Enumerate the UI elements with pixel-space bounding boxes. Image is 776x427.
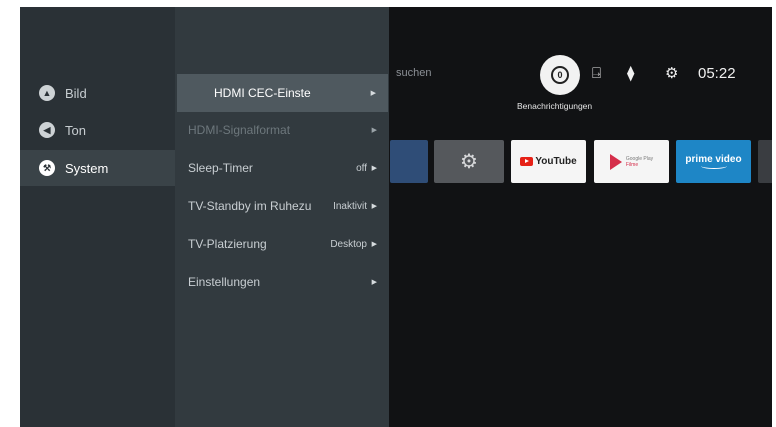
menu-item-value: Desktop (330, 238, 367, 250)
chevron-right-icon: ▶ (371, 127, 377, 134)
google-play-label: Google Play Filme (626, 156, 653, 168)
menu-item-settings[interactable]: Einstellungen ▶ (175, 263, 389, 301)
menu-item-value: off (356, 162, 367, 174)
menu-item-tv-placement[interactable]: TV-Platzierung Desktop ▶ (175, 225, 389, 263)
menu-item-sleep-timer[interactable]: Sleep-Timer off ▶ (175, 149, 389, 187)
search-hint[interactable]: suchen (396, 67, 431, 79)
picture-icon: ▲ (39, 85, 55, 101)
app-tile-settings[interactable]: ⚙ (434, 140, 504, 183)
chevron-right-icon: ▶ (370, 90, 376, 97)
sidebar-item-label: System (65, 160, 109, 176)
gear-icon: ⚙ (460, 151, 478, 173)
settings-gear-icon[interactable]: ⚙ (665, 64, 678, 84)
tv-screen: suchen 0 Benachrichtigungen ⍈ ⧫ ⚙ 05:22 … (20, 7, 772, 427)
menu-item-label: Einstellungen (188, 275, 261, 289)
menu-item-value: Inaktivit (333, 200, 367, 212)
chevron-right-icon: ▶ (371, 241, 377, 248)
notification-icon: 0 (551, 66, 569, 84)
input-source-icon[interactable]: ⍈ (592, 64, 601, 84)
menu-item-label: TV-Standby im Ruhezu (188, 199, 312, 213)
system-submenu-panel: HDMI CEC-Einste ▶ HDMI-Signalformat ▶ Sl… (175, 7, 389, 427)
sidebar-item-label: Ton (65, 122, 86, 138)
app-tile-cookie[interactable] (390, 140, 428, 183)
app-tile-prime-video[interactable]: prime video (676, 140, 751, 183)
menu-item-label: HDMI CEC-Einste (214, 86, 311, 100)
settings-category-panel: ▲ Bild ◀ Ton ⚒ System (20, 7, 175, 427)
app-tile-google-play-movies[interactable]: Google Play Filme (594, 140, 669, 183)
sidebar-item-label: Bild (65, 85, 87, 101)
google-play-bottom-label: Filme (625, 161, 639, 168)
youtube-logo: YouTube (520, 156, 577, 167)
app-tile-youtube[interactable]: YouTube (511, 140, 586, 183)
google-play-icon (609, 153, 622, 170)
sidebar-item-ton[interactable]: ◀ Ton (20, 112, 175, 148)
menu-item-label: Sleep-Timer (188, 161, 253, 175)
prime-smile-icon (700, 163, 727, 169)
menu-item-label: TV-Platzierung (188, 237, 267, 251)
sidebar-item-system[interactable]: ⚒ System (20, 150, 175, 186)
sound-icon: ◀ (39, 122, 55, 138)
menu-item-tv-standby[interactable]: TV-Standby im Ruhezu Inaktivit ▶ (175, 187, 389, 225)
menu-item-hdmi-cec[interactable]: HDMI CEC-Einste ▶ (177, 74, 388, 112)
menu-item-hdmi-signal-format[interactable]: HDMI-Signalformat ▶ (175, 111, 389, 149)
youtube-label: YouTube (535, 156, 577, 167)
wifi-icon[interactable]: ⧫ (627, 64, 634, 84)
notifications-button[interactable]: 0 (540, 55, 580, 95)
notifications-label: Benachrichtigungen (517, 101, 593, 111)
clock: 05:22 (698, 65, 736, 82)
youtube-play-icon (520, 157, 534, 166)
chevron-right-icon: ▶ (371, 203, 377, 210)
menu-item-label: HDMI-Signalformat (188, 123, 291, 137)
chevron-right-icon: ▶ (371, 165, 377, 172)
wrench-icon: ⚒ (39, 160, 55, 176)
sidebar-item-bild[interactable]: ▲ Bild (20, 75, 175, 111)
app-tile-partial[interactable] (758, 140, 772, 183)
chevron-right-icon: ▶ (371, 279, 377, 286)
